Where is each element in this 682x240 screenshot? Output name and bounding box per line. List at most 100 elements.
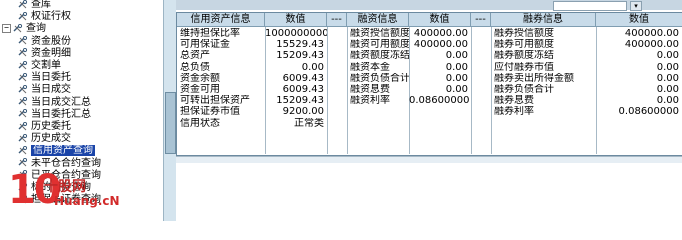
- gear-tool-icon: [18, 72, 28, 82]
- financing-field-label: 融资息费: [350, 84, 390, 95]
- credit-field-label: 资金可用: [180, 84, 220, 95]
- credit-field-value: 6009.43: [282, 84, 324, 95]
- financing-field-label: 融资可用额度: [350, 39, 409, 51]
- gear-tool-icon: [18, 121, 28, 131]
- tree-item[interactable]: 当日委托: [18, 72, 71, 84]
- tree-item-label: 查询: [26, 23, 46, 35]
- securities-field-label: 融券利率: [494, 106, 534, 118]
- column-divider: [327, 27, 328, 154]
- tree-item-label: 信用资产查询: [31, 145, 95, 157]
- financing-field-value: 0.00: [445, 72, 468, 84]
- tree-item-label: 交割单: [31, 60, 61, 71]
- credit-field-label: 信用状态: [180, 117, 220, 129]
- tree-item[interactable]: − 查询: [2, 23, 46, 35]
- header-financing-dash[interactable]: ---: [471, 13, 491, 27]
- header-financing-value[interactable]: 数值: [409, 13, 471, 27]
- tree-item[interactable]: 交割单: [18, 60, 61, 72]
- column-divider: [471, 27, 472, 154]
- credit-field-label: 资金余额: [180, 72, 220, 84]
- header-credit-info[interactable]: 信用资产信息: [177, 13, 265, 27]
- securities-field-label: 融券授信额度: [494, 28, 554, 39]
- gear-tool-icon: [18, 36, 28, 45]
- tree-item-label: 当日成交汇总: [31, 96, 91, 108]
- financing-field-value: 0.00: [445, 50, 468, 62]
- watermark-url: Huang.cN: [54, 194, 120, 208]
- financing-field-label: 融资授信额度: [350, 28, 409, 39]
- header-credit-dash[interactable]: ---: [327, 13, 347, 27]
- tree-item-label: 权证行权: [31, 11, 71, 23]
- financing-field-value: 0.00: [445, 61, 468, 73]
- tree-item[interactable]: 资金股份: [18, 36, 71, 48]
- financing-field-value: 0.08600000: [409, 95, 470, 107]
- gear-tool-icon: [13, 23, 23, 33]
- header-financing-info[interactable]: 融资信息: [347, 13, 409, 27]
- tree-item[interactable]: 信用资产查询: [18, 145, 95, 157]
- tree-item-label: 历史成交: [31, 133, 71, 145]
- watermark-site-name: 十股网: [44, 179, 86, 195]
- credit-asset-grid: 信用资产信息 数值 --- 融资信息 数值 --- 融券信息 数值 维持担保比率…: [176, 12, 682, 156]
- tree-item-label: 资金股份: [31, 35, 71, 47]
- credit-field-value: 10000000000.00: [265, 28, 327, 39]
- tree-item[interactable]: 当日成交汇总: [18, 97, 91, 109]
- gear-tool-icon: [18, 84, 28, 94]
- credit-field-label: 总负债: [180, 61, 210, 73]
- header-credit-value[interactable]: 数值: [265, 13, 327, 27]
- gear-tool-icon: [18, 158, 28, 167]
- securities-field-label: 融券息费: [494, 95, 534, 107]
- tree-item[interactable]: 历史成交: [18, 133, 71, 145]
- account-selector[interactable]: [553, 1, 627, 11]
- tree-item-label: 历史委托: [31, 121, 71, 132]
- tree-item-label: 资金明细: [31, 47, 71, 59]
- tree-item-label: 当日委托汇总: [31, 108, 91, 120]
- financing-field-label: 融资利率: [350, 95, 390, 107]
- tree-item[interactable]: 当日委托汇总: [18, 109, 91, 121]
- financing-field-label: 融资负债合计: [350, 72, 409, 84]
- credit-field-label: 可转出担保资产: [180, 95, 250, 107]
- securities-field-value: 0.00: [656, 61, 679, 73]
- credit-field-label: 担保证券市值: [180, 106, 240, 118]
- tree-item[interactable]: 当日成交: [18, 84, 71, 96]
- securities-field-value: 400000.00: [624, 28, 679, 39]
- securities-field-label: 融券卖出所得金额: [494, 72, 574, 84]
- credit-field-value: 15209.43: [276, 95, 324, 107]
- securities-field-label: 融券额度冻结: [494, 50, 554, 62]
- financing-field-label: 融资本金: [350, 61, 390, 73]
- securities-field-value: 0.00: [656, 95, 679, 107]
- tree-item-label: 当日委托: [31, 72, 71, 84]
- credit-asset-panel: ▾ 信用资产信息 数值 --- 融资信息 数值 --- 融券信息 数值 维持担保…: [176, 0, 682, 221]
- securities-field-value: 0.00: [656, 72, 679, 84]
- gear-tool-icon: [18, 0, 28, 9]
- gear-tool-icon: [18, 48, 28, 57]
- trading-client-window: 查库 权证行权 − 查询 资金股份 资金明细 交割单 当日委托 当日成交 当日成交汇总 当日委托汇总…: [0, 0, 682, 221]
- tree-scrollbar-thumb[interactable]: [165, 92, 176, 154]
- collapse-icon[interactable]: −: [2, 23, 11, 33]
- tree-scrollbar[interactable]: [163, 0, 176, 221]
- gear-tool-icon: [18, 11, 28, 21]
- credit-field-value: 0.00: [301, 61, 324, 73]
- credit-field-value: 正常类: [294, 117, 324, 129]
- top-toolbar: ▾: [176, 0, 682, 11]
- tree-item[interactable]: 资金明细: [18, 48, 71, 60]
- gear-tool-icon: [18, 133, 28, 143]
- credit-field-value: 15209.43: [276, 50, 324, 62]
- credit-field-value: 15529.43: [276, 39, 324, 51]
- securities-field-label: 融券负债合计: [494, 84, 554, 95]
- tree-item-label: 查库: [31, 0, 51, 10]
- bottom-scrollbar[interactable]: [176, 156, 682, 163]
- tree-item[interactable]: 历史委托: [18, 121, 71, 133]
- tree-item-label: 当日成交: [31, 84, 71, 96]
- financing-field-value: 0.00: [445, 84, 468, 95]
- tree-item[interactable]: 查库: [18, 0, 51, 11]
- header-securities-value[interactable]: 数值: [596, 13, 682, 27]
- credit-field-value: 9200.00: [282, 106, 324, 118]
- chevron-down-icon[interactable]: ▾: [630, 1, 642, 11]
- financing-field-label: 融资额度冻结: [350, 50, 409, 62]
- header-securities-info[interactable]: 融券信息: [491, 13, 596, 27]
- securities-field-label: 应付融券市值: [494, 61, 554, 73]
- tree-item[interactable]: 权证行权: [18, 11, 71, 23]
- securities-field-value: 0.08600000: [618, 106, 679, 118]
- site-watermark-logo: 10 十股网 Huang.cN: [0, 168, 125, 221]
- credit-field-label: 维持担保比率: [180, 28, 240, 39]
- securities-field-value: 0.00: [656, 84, 679, 95]
- credit-field-value: 6009.43: [282, 72, 324, 84]
